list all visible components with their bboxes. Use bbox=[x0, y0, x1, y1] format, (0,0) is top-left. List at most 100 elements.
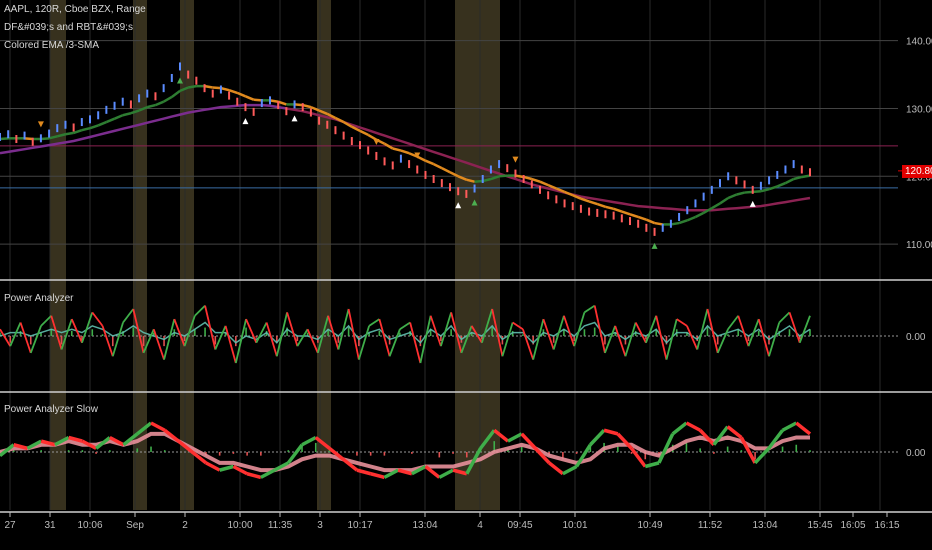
candle-31 bbox=[252, 107, 255, 116]
osc-seg-osc2-50 bbox=[671, 421, 688, 436]
ema-seg-88 bbox=[711, 202, 721, 210]
osc-seg-osc2-45 bbox=[603, 428, 619, 436]
x-tick-0: 27 bbox=[4, 520, 16, 531]
candle-56 bbox=[457, 187, 460, 196]
session-band-3 bbox=[317, 0, 331, 510]
hist-osc1-69 bbox=[706, 327, 709, 336]
hist-osc1-77 bbox=[788, 329, 791, 336]
osc-seg-osc2-44 bbox=[589, 429, 606, 446]
candle-32 bbox=[260, 99, 263, 108]
hist-osc2-52 bbox=[713, 452, 715, 454]
candle-25 bbox=[203, 84, 206, 93]
candle-57 bbox=[465, 189, 468, 198]
ema-seg-52 bbox=[416, 155, 427, 162]
hist-osc2-27 bbox=[369, 452, 372, 456]
ema-seg-31 bbox=[244, 95, 255, 101]
candle-77 bbox=[629, 217, 631, 226]
candle-12 bbox=[97, 111, 100, 120]
osc-tick-osc2: 0.00 bbox=[906, 448, 926, 459]
candle-88 bbox=[719, 179, 721, 188]
osc-seg-osc1-44 bbox=[440, 312, 453, 347]
hist-osc2-59 bbox=[809, 450, 811, 452]
osc-seg-osc1-62 bbox=[624, 322, 637, 357]
candle-39 bbox=[318, 116, 321, 125]
osc-seg-osc2-17 bbox=[219, 464, 234, 472]
candle-28 bbox=[228, 91, 231, 100]
candle-91 bbox=[743, 180, 746, 189]
ema-seg-49 bbox=[392, 147, 402, 152]
hist-osc1-54 bbox=[552, 336, 555, 343]
hist-osc2-26 bbox=[356, 452, 358, 456]
osc-seg-osc1-29 bbox=[286, 312, 299, 347]
osc-seg-osc1-8 bbox=[70, 318, 83, 344]
hist-osc1-37 bbox=[378, 330, 381, 336]
candle-42 bbox=[342, 131, 345, 140]
x-tick-4: 2 bbox=[182, 520, 188, 531]
x-tick-9: 13:04 bbox=[412, 520, 437, 531]
candle-6 bbox=[48, 129, 51, 138]
ema-seg-95 bbox=[768, 185, 778, 191]
hist-osc1-9 bbox=[91, 329, 94, 336]
candle-47 bbox=[383, 157, 386, 166]
hist-osc2-53 bbox=[726, 446, 729, 452]
candle-8 bbox=[64, 120, 67, 129]
signal-marker-3 bbox=[291, 115, 298, 122]
candle-19 bbox=[154, 92, 157, 101]
candle-75 bbox=[612, 211, 615, 220]
osc-seg-osc1-76 bbox=[768, 322, 781, 357]
candle-53 bbox=[432, 175, 435, 184]
hist-osc1-74 bbox=[757, 330, 760, 336]
osc-seg-osc1-52 bbox=[522, 328, 535, 360]
osc-seg-osc1-4 bbox=[29, 325, 42, 354]
x-tick-15: 13:04 bbox=[752, 520, 777, 531]
candle-93 bbox=[759, 181, 762, 190]
candle-66 bbox=[539, 185, 541, 194]
candle-49 bbox=[399, 154, 402, 163]
chart-canvas[interactable]: 140.00130.00120.00110.000.000.00273110:0… bbox=[0, 0, 932, 550]
osc-seg-osc1-51 bbox=[512, 321, 524, 331]
ema-seg-73 bbox=[588, 200, 598, 206]
candle-96 bbox=[784, 165, 787, 174]
osc-seg-osc1-57 bbox=[573, 312, 586, 347]
osc-seg-osc1-50 bbox=[501, 322, 514, 357]
osc-seg-osc1-31 bbox=[306, 328, 319, 354]
osc-seg-osc2-48 bbox=[644, 461, 660, 469]
candle-71 bbox=[579, 204, 582, 213]
candle-54 bbox=[440, 179, 443, 188]
candle-85 bbox=[694, 199, 697, 208]
osc-seg-osc2-51 bbox=[685, 421, 701, 432]
hist-osc2-19 bbox=[260, 452, 262, 456]
ema-seg-53 bbox=[424, 159, 435, 166]
osc-seg-osc2-58 bbox=[781, 421, 798, 432]
osc-seg-osc2-54 bbox=[726, 425, 743, 439]
candle-84 bbox=[686, 206, 689, 215]
ema-seg-86 bbox=[694, 211, 705, 219]
x-tick-3: Sep bbox=[126, 520, 144, 531]
ema-seg-75 bbox=[605, 205, 614, 211]
x-tick-1: 31 bbox=[44, 520, 56, 531]
candle-68 bbox=[555, 195, 558, 204]
signal-marker-10 bbox=[749, 200, 756, 207]
osc-seg-osc1-37 bbox=[368, 318, 380, 327]
chart-window[interactable]: 140.00130.00120.00110.000.000.00273110:0… bbox=[0, 0, 932, 550]
candle-40 bbox=[326, 120, 329, 129]
hist-osc2-18 bbox=[246, 452, 248, 456]
candle-33 bbox=[269, 96, 271, 105]
ema-seg-55 bbox=[441, 167, 451, 174]
osc-seg-osc1-61 bbox=[614, 325, 627, 357]
ema-seg-15 bbox=[114, 114, 124, 120]
ema-seg-76 bbox=[613, 207, 623, 213]
osc2-title: Power Analyzer Slow bbox=[4, 404, 98, 415]
ema-seg-20 bbox=[154, 100, 165, 107]
candle-2 bbox=[15, 135, 18, 143]
ema-seg-79 bbox=[637, 215, 647, 221]
ema-seg-14 bbox=[105, 117, 116, 124]
hist-osc1-59 bbox=[604, 336, 606, 345]
osc-seg-osc1-79 bbox=[798, 315, 811, 344]
candle-26 bbox=[211, 89, 214, 98]
osc-seg-osc1-13 bbox=[122, 308, 135, 324]
osc-seg-osc1-10 bbox=[91, 311, 104, 327]
candle-62 bbox=[506, 164, 509, 173]
hist-osc1-33 bbox=[337, 336, 340, 343]
osc-tick-osc1: 0.00 bbox=[906, 332, 926, 343]
